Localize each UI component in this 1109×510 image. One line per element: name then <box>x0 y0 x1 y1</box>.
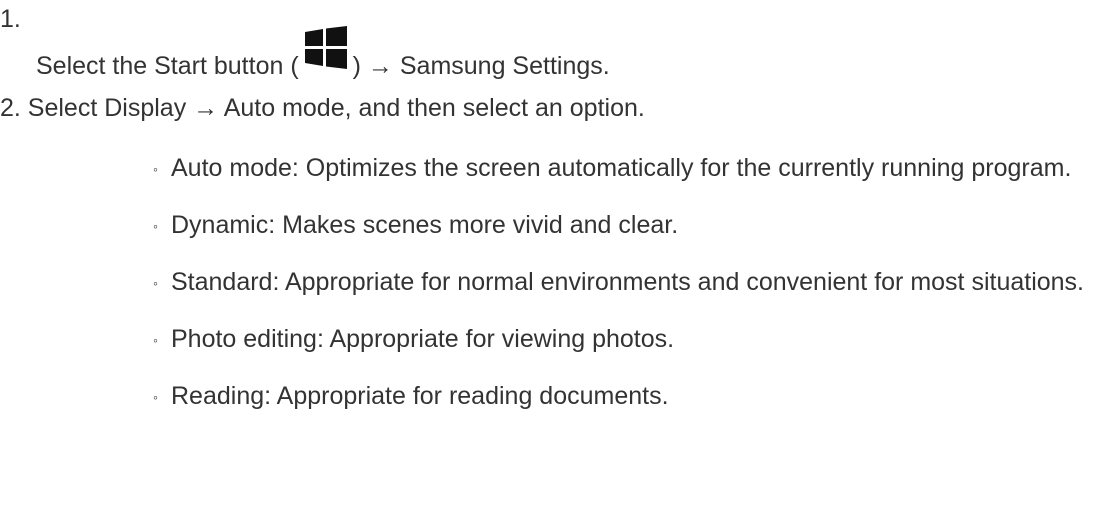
step-1-number: 1. <box>0 5 21 33</box>
list-item-auto-mode: ◦ Auto mode: Optimizes the screen automa… <box>153 148 1109 188</box>
instruction-document: 1. Select the Start button ( ) → Samsung… <box>0 0 1109 510</box>
step-1-text: Select the Start button ( ) → Samsung Se… <box>36 26 610 86</box>
bullet-icon: ◦ <box>153 275 158 291</box>
option-text: Reading: Appropriate for reading documen… <box>171 382 669 410</box>
list-item-standard: ◦ Standard: Appropriate for normal envir… <box>153 262 1109 302</box>
option-text: Photo editing: Appropriate for viewing p… <box>171 325 675 353</box>
step-2-text: 2. Select Display → Auto mode, and then … <box>0 94 645 122</box>
windows-start-icon <box>297 26 355 76</box>
display-mode-options-list: ◦ Auto mode: Optimizes the screen automa… <box>153 148 1109 433</box>
list-item-reading: ◦ Reading: Appropriate for reading docum… <box>153 376 1109 416</box>
bullet-icon: ◦ <box>153 161 158 177</box>
list-item-dynamic: ◦ Dynamic: Makes scenes more vivid and c… <box>153 205 1109 245</box>
bullet-icon: ◦ <box>153 332 158 348</box>
step-1-text-before-icon: Select the Start button ( <box>36 52 299 80</box>
option-text: Standard: Appropriate for normal environ… <box>171 268 1085 296</box>
bullet-icon: ◦ <box>153 218 158 234</box>
bullet-icon: ◦ <box>153 389 158 405</box>
step-1-text-after-icon: ) → Samsung Settings. <box>352 52 610 80</box>
option-text: Dynamic: Makes scenes more vivid and cle… <box>171 211 679 239</box>
option-text: Auto mode: Optimizes the screen automati… <box>171 154 1072 182</box>
list-item-photo-editing: ◦ Photo editing: Appropriate for viewing… <box>153 319 1109 359</box>
